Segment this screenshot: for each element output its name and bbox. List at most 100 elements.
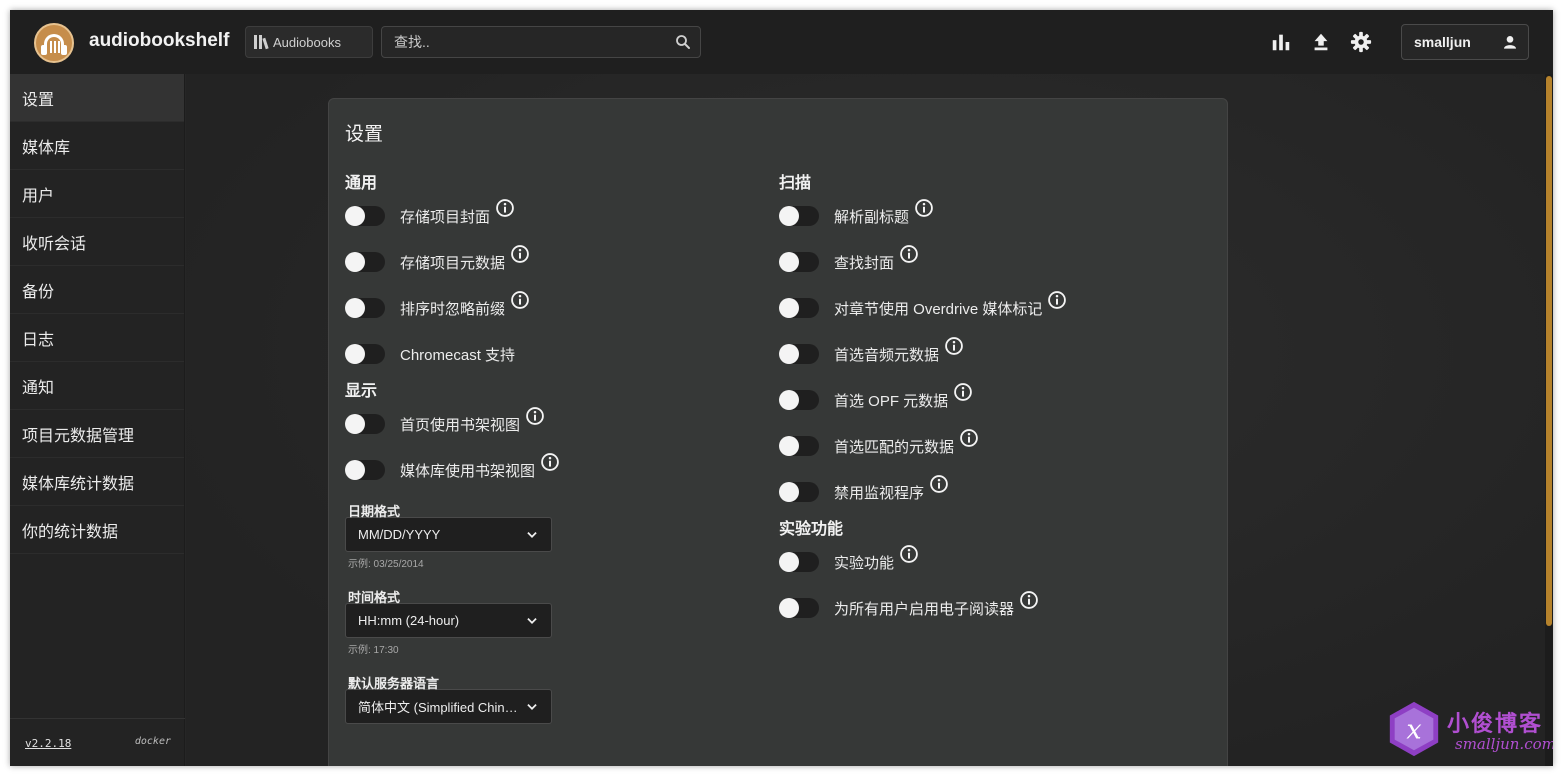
general-setting-label: 存储项目元数据 — [400, 254, 506, 272]
display-setting-row: 媒体库使用书架视图 — [345, 447, 745, 493]
scanner-setting-row: 首选匹配的元数据 — [779, 423, 1219, 469]
main-content: 设置 通用 存储项目封面 存储项目元数据 排序时忽略前缀 Chromecast 支持 … — [186, 74, 1553, 766]
upload-icon[interactable] — [1310, 31, 1332, 53]
toggle-knob — [345, 414, 365, 434]
sidebar: 设置 媒体库 用户 收听会话 备份 日志 通知 项目元数据管理 媒体库统计数据 … — [10, 74, 185, 766]
username: smalljun — [1414, 34, 1471, 50]
scanner-setting-row: 首选音频元数据 — [779, 331, 1219, 377]
scanner-toggle-switch[interactable] — [779, 482, 819, 502]
general-setting-row: 存储项目元数据 — [345, 239, 745, 285]
experimental-setting-row: 实验功能 — [779, 539, 1219, 585]
experimental-toggle-switch[interactable] — [779, 598, 819, 618]
toggle-knob — [779, 436, 799, 456]
sidebar-item-notifications[interactable]: 通知 — [10, 362, 184, 410]
general-toggle-switch[interactable] — [345, 344, 385, 364]
info-icon[interactable] — [899, 544, 919, 564]
search-input[interactable] — [381, 26, 701, 58]
settings-panel: 设置 通用 存储项目封面 存储项目元数据 排序时忽略前缀 Chromecast 支持 … — [328, 98, 1228, 766]
general-setting-row: 存储项目封面 — [345, 193, 745, 239]
chevron-down-icon — [527, 703, 537, 710]
date-format-select[interactable]: MM/DD/YYYY — [345, 517, 552, 552]
stats-chart-icon[interactable] — [1270, 31, 1292, 53]
sidebar-item-libraries[interactable]: 媒体库 — [10, 122, 184, 170]
toggle-knob — [345, 460, 365, 480]
scanner-toggle-switch[interactable] — [779, 206, 819, 226]
general-setting-label: 存储项目封面 — [400, 208, 491, 226]
general-toggle-switch[interactable] — [345, 206, 385, 226]
scanner-toggle-switch[interactable] — [779, 252, 819, 272]
search-icon[interactable] — [674, 33, 692, 51]
version-link[interactable]: v2.2.18 — [25, 737, 71, 750]
sidebar-item-settings[interactable]: 设置 — [10, 74, 184, 122]
library-name: Audiobooks — [273, 34, 341, 50]
info-icon[interactable] — [495, 198, 515, 218]
toggle-knob — [779, 344, 799, 364]
sidebar-item-users[interactable]: 用户 — [10, 170, 184, 218]
sidebar-item-listening-sessions[interactable]: 收听会话 — [10, 218, 184, 266]
info-icon[interactable] — [525, 406, 545, 426]
display-setting-label: 首页使用书架视图 — [400, 416, 521, 434]
toggle-knob — [779, 552, 799, 572]
display-setting-row: 首页使用书架视图 — [345, 401, 745, 447]
section-heading-general: 通用 — [345, 175, 378, 192]
scanner-toggle-switch[interactable] — [779, 390, 819, 410]
toggle-knob — [345, 206, 365, 226]
scanner-setting-row: 首选 OPF 元数据 — [779, 377, 1219, 423]
display-toggle-switch[interactable] — [345, 460, 385, 480]
app-title[interactable]: audiobookshelf — [89, 30, 229, 52]
scrollbar[interactable] — [1545, 74, 1553, 766]
sidebar-item-backups[interactable]: 备份 — [10, 266, 184, 314]
scanner-setting-label: 首选 OPF 元数据 — [834, 392, 949, 410]
info-icon[interactable] — [899, 244, 919, 264]
sidebar-item-library-stats[interactable]: 媒体库统计数据 — [10, 458, 184, 506]
language-value: 简体中文 (Simplified Chinese) — [358, 700, 518, 715]
sidebar-item-logs[interactable]: 日志 — [10, 314, 184, 362]
info-icon[interactable] — [953, 382, 973, 402]
time-format-label: 时间格式 — [348, 590, 401, 605]
info-icon[interactable] — [929, 474, 949, 494]
scanner-setting-label: 首选音频元数据 — [834, 346, 940, 364]
sidebar-item-your-stats[interactable]: 你的统计数据 — [10, 506, 184, 554]
gear-icon[interactable] — [1350, 31, 1372, 53]
info-icon[interactable] — [914, 198, 934, 218]
info-icon[interactable] — [510, 244, 530, 264]
scrollbar-thumb[interactable] — [1546, 76, 1552, 626]
chevron-down-icon — [527, 531, 537, 538]
settings-right-column: 扫描 解析副标题 查找封面 对章节使用 Overdrive 媒体标记 首选音频元数据首… — [779, 169, 1219, 631]
scanner-setting-label: 查找封面 — [834, 254, 895, 272]
display-toggle-switch[interactable] — [345, 414, 385, 434]
sidebar-item-item-metadata[interactable]: 项目元数据管理 — [10, 410, 184, 458]
time-format-hint: 示例: 17:30 — [348, 645, 399, 656]
scanner-toggle-switch[interactable] — [779, 344, 819, 364]
toggle-knob — [779, 482, 799, 502]
general-toggle-switch[interactable] — [345, 252, 385, 272]
page-title: 设置 — [345, 124, 384, 145]
time-format-select[interactable]: HH:mm (24-hour) — [345, 603, 552, 638]
info-icon[interactable] — [1047, 290, 1067, 310]
user-account-button[interactable]: smalljun — [1401, 24, 1529, 60]
app-logo-icon[interactable] — [34, 23, 74, 63]
experimental-setting-label: 为所有用户启用电子阅读器 — [834, 600, 1015, 618]
svg-text:x: x — [1406, 715, 1421, 746]
language-select[interactable]: 简体中文 (Simplified Chinese) — [345, 689, 552, 724]
display-setting-label: 媒体库使用书架视图 — [400, 462, 536, 480]
info-icon[interactable] — [540, 452, 560, 472]
date-format-hint: 示例: 03/25/2014 — [348, 559, 424, 570]
section-heading-experimental: 实验功能 — [779, 521, 844, 538]
scanner-toggle-switch[interactable] — [779, 436, 819, 456]
scanner-setting-label: 禁用监视程序 — [834, 484, 925, 502]
general-setting-row: 排序时忽略前缀 — [345, 285, 745, 331]
scanner-setting-row: 对章节使用 Overdrive 媒体标记 — [779, 285, 1219, 331]
library-select-button[interactable]: Audiobooks — [245, 26, 373, 58]
watermark-logo: x 小俊博客 smalljun.com — [1385, 700, 1553, 766]
scanner-toggle-switch[interactable] — [779, 298, 819, 318]
general-toggle-switch[interactable] — [345, 298, 385, 318]
scanner-setting-label: 对章节使用 Overdrive 媒体标记 — [834, 300, 1043, 318]
general-setting-label: 排序时忽略前缀 — [400, 300, 506, 318]
info-icon[interactable] — [959, 428, 979, 448]
info-icon[interactable] — [944, 336, 964, 356]
toggle-knob — [779, 390, 799, 410]
info-icon[interactable] — [1019, 590, 1039, 610]
info-icon[interactable] — [510, 290, 530, 310]
experimental-toggle-switch[interactable] — [779, 552, 819, 572]
